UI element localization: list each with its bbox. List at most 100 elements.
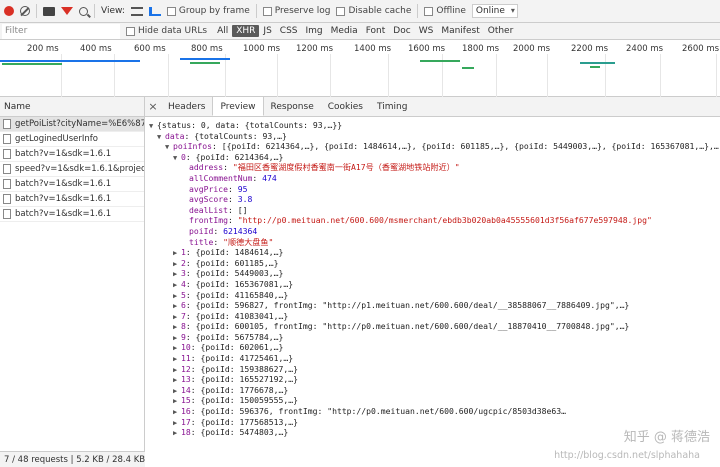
json-line[interactable]: ▶ 7: {poiId: 41083041,…} [145, 311, 720, 322]
timeline-tick-label: 1800 ms [462, 44, 500, 54]
offline-checkbox[interactable]: Offline [424, 6, 466, 16]
throttle-select[interactable]: Online [471, 4, 518, 18]
collapsed-arrow-icon[interactable]: ▶ [173, 396, 181, 406]
collapsed-arrow-icon[interactable]: ▶ [173, 322, 181, 332]
network-toolbar: View: Group by frame Preserve log Disabl… [0, 0, 720, 23]
collapsed-arrow-icon[interactable]: ▶ [173, 418, 181, 428]
json-line[interactable]: ▶ 14: {poiId: 1776678,…} [145, 385, 720, 396]
json-line[interactable]: ▶ 8: {poiId: 600105, frontImg: "http://p0… [145, 321, 720, 332]
timeline-overview[interactable]: 200 ms 400 ms 600 ms 800 ms 1000 ms 1200 ms 14… [0, 40, 720, 97]
tab-response[interactable]: Response [264, 97, 321, 116]
tab-preview[interactable]: Preview [212, 97, 264, 116]
json-line[interactable]: ▶ 11: {poiId: 41725461,…} [145, 353, 720, 364]
request-row[interactable]: getPoiList?cityName=%E6%87... [0, 117, 144, 132]
expanded-arrow-icon[interactable]: ▼ [149, 121, 157, 131]
filter-type-css[interactable]: CSS [276, 25, 302, 37]
json-line[interactable]: ▼ {status: 0, data: {totalCounts: 93,…}} [145, 120, 720, 131]
json-line[interactable]: ▶ 9: {poiId: 5675784,…} [145, 332, 720, 343]
expanded-arrow-icon[interactable]: ▼ [157, 132, 165, 142]
filter-icon[interactable] [61, 7, 73, 15]
filter-type-doc[interactable]: Doc [389, 25, 414, 37]
collapsed-arrow-icon[interactable]: ▶ [173, 333, 181, 343]
collapsed-arrow-icon[interactable]: ▶ [173, 428, 181, 438]
json-line[interactable]: ▶ 5: {poiId: 41165840,…} [145, 290, 720, 301]
json-key: frontImg [189, 215, 228, 226]
name-column-header[interactable]: Name [0, 97, 144, 117]
filter-type-manifest[interactable]: Manifest [437, 25, 483, 37]
json-key: 17 [181, 416, 191, 427]
collapsed-arrow-icon[interactable]: ▶ [173, 354, 181, 364]
json-line[interactable]: ▶ 3: {poiId: 5449003,…} [145, 268, 720, 279]
collapsed-arrow-icon[interactable]: ▶ [173, 280, 181, 290]
timeline-tick-label: 200 ms [27, 44, 59, 54]
timeline-gridline [330, 54, 331, 97]
collapsed-arrow-icon[interactable]: ▶ [173, 375, 181, 385]
preserve-log-checkbox[interactable]: Preserve log [262, 6, 330, 16]
json-line[interactable]: ▼ poiInfos: [{poiId: 6214364,…}, {poiId: … [145, 141, 720, 152]
json-line[interactable]: ▶ 15: {poiId: 150059555,…} [145, 395, 720, 406]
filter-type-img[interactable]: Img [302, 25, 327, 37]
json-line[interactable]: ▶ 12: {poiId: 159388627,…} [145, 364, 720, 375]
collapsed-arrow-icon[interactable]: ▶ [173, 248, 181, 258]
request-row[interactable]: batch?v=1&sdk=1.6.1 [0, 177, 144, 192]
timeline-tick-label: 1200 ms [296, 44, 334, 54]
json-line[interactable]: ▶ 10: {poiId: 602061,…} [145, 342, 720, 353]
list-view-icon[interactable] [130, 6, 143, 16]
tab-cookies[interactable]: Cookies [321, 97, 370, 116]
waterfall-view-icon[interactable] [148, 6, 161, 16]
filter-type-all[interactable]: All [213, 25, 232, 37]
request-list: getPoiList?cityName=%E6%87... getLoginedU… [0, 117, 144, 222]
camera-icon[interactable] [43, 6, 55, 16]
request-row[interactable]: batch?v=1&sdk=1.6.1 [0, 147, 144, 162]
json-key: poiId [189, 225, 214, 236]
request-row[interactable]: getLoginedUserInfo [0, 132, 144, 147]
timeline-request-bar [462, 67, 474, 69]
collapsed-arrow-icon[interactable]: ▶ [173, 386, 181, 396]
hide-data-urls-checkbox[interactable]: Hide data URLs [126, 26, 207, 36]
timeline-tick-label: 1400 ms [354, 44, 392, 54]
collapsed-arrow-icon[interactable]: ▶ [173, 269, 181, 279]
close-icon[interactable]: × [145, 97, 161, 116]
filter-type-font[interactable]: Font [362, 25, 390, 37]
collapsed-arrow-icon[interactable]: ▶ [173, 312, 181, 322]
request-name: batch?v=1&sdk=1.6.1 [15, 148, 112, 159]
collapsed-arrow-icon[interactable]: ▶ [173, 259, 181, 269]
tab-timing[interactable]: Timing [370, 97, 414, 116]
expanded-arrow-icon[interactable]: ▼ [165, 142, 173, 152]
request-row[interactable]: batch?v=1&sdk=1.6.1 [0, 192, 144, 207]
document-icon [3, 209, 11, 219]
json-line[interactable]: ▶ 13: {poiId: 165527192,…} [145, 374, 720, 385]
json-line[interactable]: ▼ 0: {poiId: 6214364,…} [145, 152, 720, 163]
collapsed-arrow-icon[interactable]: ▶ [173, 301, 181, 311]
filter-type-ws[interactable]: WS [415, 25, 438, 37]
filter-type-js[interactable]: JS [259, 25, 275, 37]
filter-type-other[interactable]: Other [484, 25, 518, 37]
requests-summary: 7 / 48 requests | 5.2 KB / 28.4 KB t... [0, 451, 145, 467]
expanded-arrow-icon[interactable]: ▼ [173, 153, 181, 163]
json-line[interactable]: ▶ 16: {poiId: 596376, frontImg: "http://p… [145, 406, 720, 417]
hide-data-urls-label: Hide data URLs [138, 26, 208, 36]
filter-type-media[interactable]: Media [327, 25, 362, 37]
filter-input[interactable]: Filter [2, 23, 120, 39]
json-line[interactable]: ▶ 4: {poiId: 165367081,…} [145, 279, 720, 290]
request-row[interactable]: batch?v=1&sdk=1.6.1 [0, 207, 144, 222]
filter-type-xhr[interactable]: XHR [232, 25, 260, 37]
json-key: avgScore [189, 194, 228, 205]
collapsed-arrow-icon[interactable]: ▶ [173, 343, 181, 353]
search-icon[interactable] [79, 6, 88, 16]
json-line: avgPrice: 95 [189, 183, 248, 194]
json-line[interactable]: ▶ 1: {poiId: 1484614,…} [145, 247, 720, 258]
json-line[interactable]: ▶ 2: {poiId: 601185,…} [145, 258, 720, 269]
json-line[interactable]: ▶ 6: {poiId: 596827, frontImg: "http://p1… [145, 300, 720, 311]
clear-icon[interactable] [20, 6, 30, 16]
request-name: batch?v=1&sdk=1.6.1 [15, 208, 112, 219]
collapsed-arrow-icon[interactable]: ▶ [173, 365, 181, 375]
tab-headers[interactable]: Headers [161, 97, 212, 116]
collapsed-arrow-icon[interactable]: ▶ [173, 407, 181, 417]
request-row[interactable]: speed?v=1&sdk=1.6.1&projec... [0, 162, 144, 177]
record-icon[interactable] [4, 6, 14, 16]
json-line[interactable]: ▼ data: {totalCounts: 93,…} [145, 131, 720, 142]
disable-cache-checkbox[interactable]: Disable cache [336, 6, 411, 16]
collapsed-arrow-icon[interactable]: ▶ [173, 291, 181, 301]
group-by-frame-checkbox[interactable]: Group by frame [166, 6, 250, 16]
